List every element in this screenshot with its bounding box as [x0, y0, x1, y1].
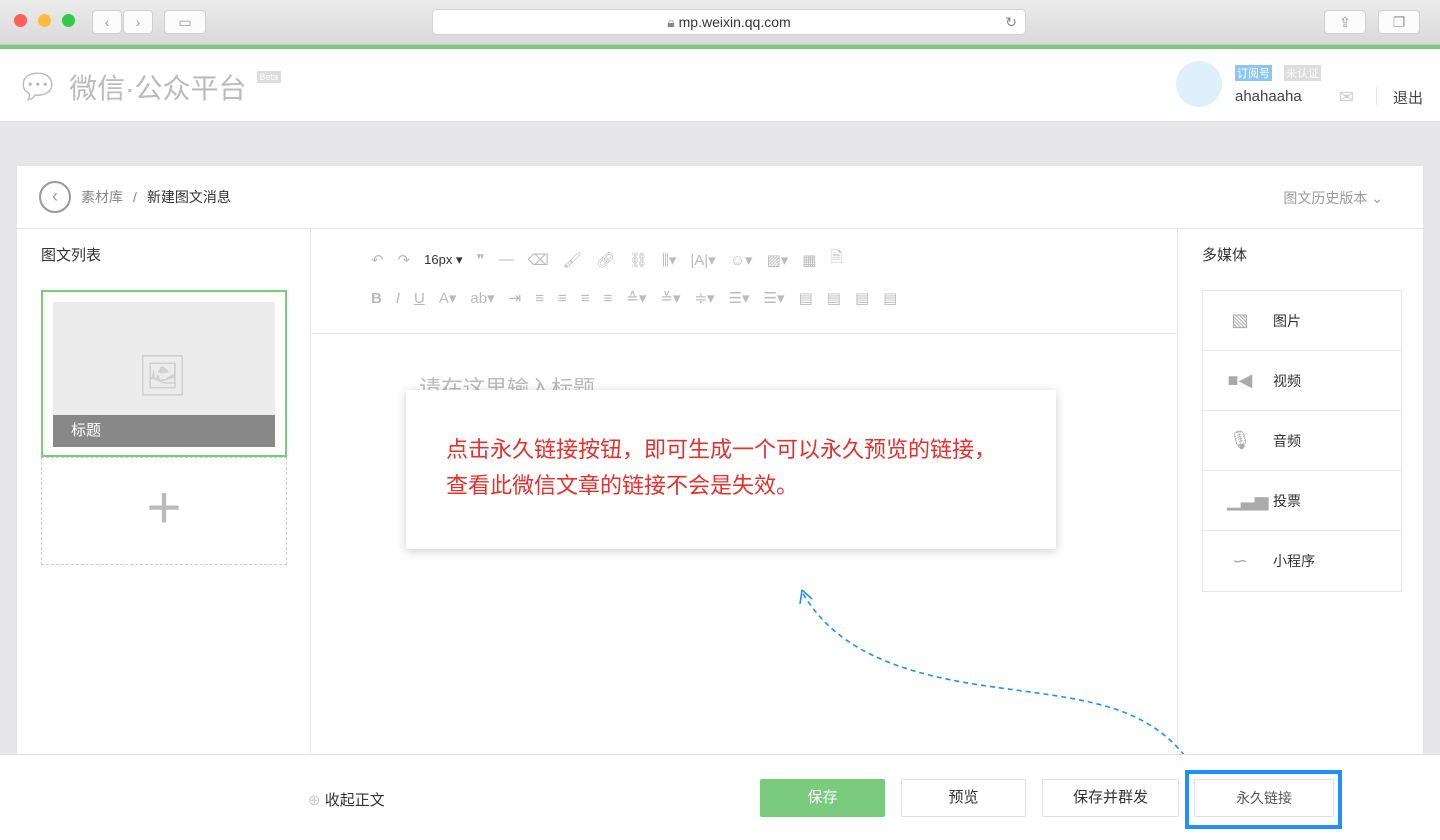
collapse-body-button[interactable]: ⊕ 收起正文: [308, 789, 385, 810]
collapse-label: 收起正文: [324, 792, 385, 809]
plus-circle-icon: ⊕: [308, 792, 321, 809]
annotation-arrow: [799, 589, 1196, 771]
preview-button[interactable]: 预览: [901, 779, 1026, 817]
save-button[interactable]: 保存: [760, 779, 885, 817]
bottom-bar: ⊕ 收起正文 保存 预览 保存并群发 永久链接: [0, 754, 1440, 840]
permalink-button[interactable]: 永久链接: [1194, 779, 1334, 817]
save-and-send-button[interactable]: 保存并群发: [1042, 779, 1179, 817]
